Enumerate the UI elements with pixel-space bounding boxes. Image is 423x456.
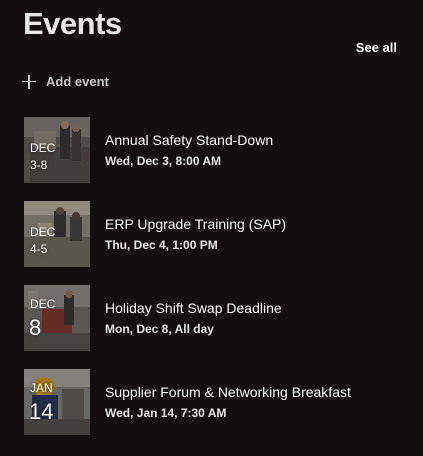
- event-date-range: 4-5: [30, 242, 48, 256]
- event-month: DEC: [30, 141, 56, 155]
- event-datetime: Wed, Dec 3, 8:00 AM: [105, 154, 222, 168]
- event-item[interactable]: DEC 4-5 ERP Upgrade Training (SAP) Thu, …: [24, 201, 286, 267]
- event-thumbnail: JAN 14: [24, 369, 90, 435]
- add-event-label: Add event: [46, 74, 109, 89]
- plus-icon: [22, 74, 36, 89]
- add-event-button[interactable]: Add event: [22, 74, 109, 89]
- event-thumbnail: DEC 3-8: [24, 117, 90, 183]
- event-month: DEC: [30, 297, 56, 311]
- see-all-link[interactable]: See all: [356, 40, 397, 55]
- event-month: JAN: [30, 381, 53, 395]
- event-item[interactable]: DEC 8 Holiday Shift Swap Deadline Mon, D…: [24, 285, 282, 351]
- event-datetime: Wed, Jan 14, 7:30 AM: [105, 406, 227, 420]
- event-thumbnail: DEC 8: [24, 285, 90, 351]
- event-thumbnail: DEC 4-5: [24, 201, 90, 267]
- event-date-range: 3-8: [30, 158, 48, 172]
- event-month: DEC: [30, 225, 56, 239]
- event-item[interactable]: DEC 3-8 Annual Safety Stand-Down Wed, De…: [24, 117, 273, 183]
- event-title[interactable]: ERP Upgrade Training (SAP): [105, 216, 286, 232]
- event-title[interactable]: Supplier Forum & Networking Breakfast: [105, 384, 351, 400]
- event-datetime: Thu, Dec 4, 1:00 PM: [105, 238, 218, 252]
- event-datetime: Mon, Dec 8, All day: [105, 322, 214, 336]
- event-title[interactable]: Annual Safety Stand-Down: [105, 132, 273, 148]
- event-title[interactable]: Holiday Shift Swap Deadline: [105, 300, 282, 316]
- event-item[interactable]: JAN 14 Supplier Forum & Networking Break…: [24, 369, 351, 435]
- event-day: 8: [29, 315, 42, 340]
- event-day: 14: [29, 399, 54, 424]
- page-title: Events: [23, 6, 122, 41]
